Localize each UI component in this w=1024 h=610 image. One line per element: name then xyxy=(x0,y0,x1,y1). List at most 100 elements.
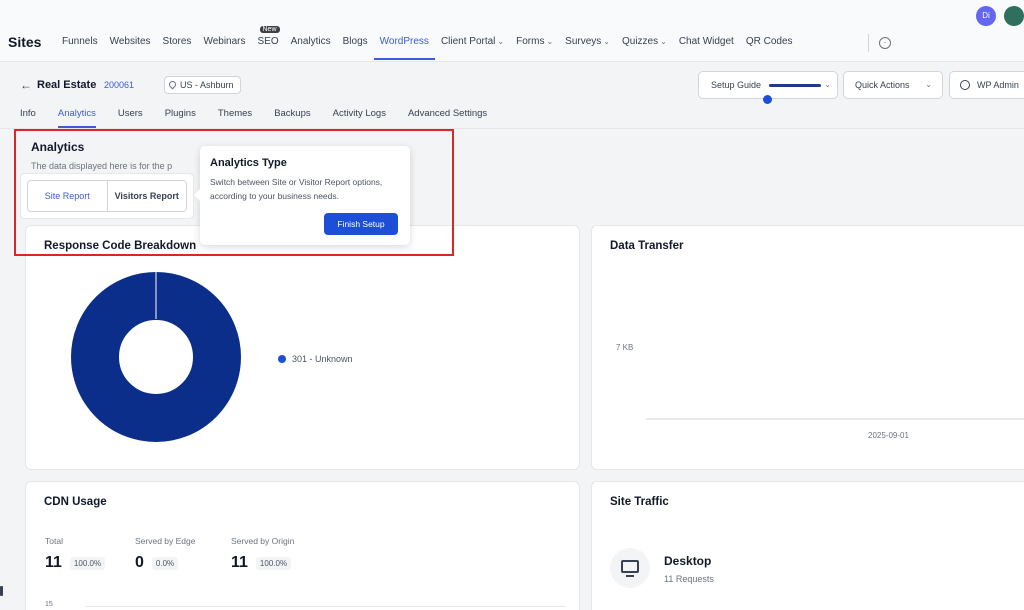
stat-label: Served by Edge xyxy=(135,536,196,546)
nav-label: SEO xyxy=(257,36,279,47)
data-transfer-chart: 7 KB 2025-09-01 xyxy=(616,343,1024,440)
desktop-icon xyxy=(621,560,639,573)
nav-item-funnels[interactable]: Funnels xyxy=(56,36,104,60)
stat-label: Served by Origin xyxy=(231,536,295,546)
site-id-link[interactable]: 200061 xyxy=(104,80,134,90)
stat-percent: 100.0% xyxy=(69,556,106,570)
y-tick-label: 15 xyxy=(45,601,53,608)
cdn-usage-card: CDN Usage Total 11 100.0% Served by Edge… xyxy=(25,481,580,610)
tooltip-title: Analytics Type xyxy=(210,157,287,169)
desktop-icon-stand xyxy=(626,575,634,577)
quick-actions-label: Quick Actions xyxy=(855,80,910,90)
nav-item-websites[interactable]: Websites xyxy=(104,36,157,60)
nav-item-seo[interactable]: New SEO xyxy=(252,26,285,60)
tab-info[interactable]: Info xyxy=(20,108,36,128)
nav-label: Funnels xyxy=(62,36,98,47)
site-tabs: Info Analytics Users Plugins Themes Back… xyxy=(20,108,509,128)
site-traffic-card: Site Traffic Desktop 11 Requests xyxy=(591,481,1024,610)
legend-label: 301 - Unknown xyxy=(292,354,353,364)
nav-item-stores[interactable]: Stores xyxy=(157,36,198,60)
nav-label: Blogs xyxy=(342,36,368,47)
nav-label: Stores xyxy=(162,36,192,47)
onboarding-tooltip: Analytics Type Switch between Site or Vi… xyxy=(194,146,410,245)
nav-item-surveys[interactable]: Surveys ⌄ xyxy=(559,36,616,60)
setup-guide-label: Setup Guide xyxy=(711,80,762,90)
nav-item-client-portal[interactable]: Client Portal ⌄ xyxy=(435,36,510,60)
y-tick-label: 7 KB xyxy=(616,343,633,352)
tooltip-body: Switch between Site or Visitor Report op… xyxy=(210,177,383,201)
nav-item-analytics[interactable]: Analytics xyxy=(285,36,337,60)
nav-items: Funnels Websites Stores Webinars New SEO … xyxy=(56,26,799,60)
top-navigation: Sites Funnels Websites Stores Webinars N… xyxy=(0,0,1024,62)
chevron-down-icon: ⌄ xyxy=(925,80,932,89)
nav-divider xyxy=(868,34,869,52)
nav-label: Analytics xyxy=(290,36,331,47)
location-pin-icon xyxy=(167,79,178,90)
nav-item-webinars[interactable]: Webinars xyxy=(197,36,251,60)
tab-plugins[interactable]: Plugins xyxy=(165,108,196,128)
chevron-down-icon: ⌄ xyxy=(603,37,610,46)
tab-users[interactable]: Users xyxy=(118,108,143,128)
wp-admin-label: WP Admin xyxy=(977,80,1019,90)
nav-label: Quizzes xyxy=(621,36,659,47)
tab-analytics[interactable]: Analytics xyxy=(57,108,96,128)
phone-icon[interactable] xyxy=(1004,6,1024,26)
stat-percent: 100.0% xyxy=(255,556,292,570)
setup-progress-bar xyxy=(769,84,821,87)
finish-setup-button[interactable]: Finish Setup xyxy=(324,213,398,235)
response-donut-chart xyxy=(71,272,241,442)
chart-gridline xyxy=(86,606,566,607)
cdn-stat-edge: Served by Edge 0 0.0% xyxy=(135,536,195,572)
nav-label: Forms xyxy=(516,36,545,47)
tab-backups[interactable]: Backups xyxy=(274,108,310,128)
nav-label: Chat Widget xyxy=(678,36,734,47)
card-title: CDN Usage xyxy=(44,496,107,508)
quick-actions-button[interactable]: Quick Actions ⌄ xyxy=(843,71,943,99)
site-name: Real Estate xyxy=(37,79,97,91)
chevron-down-icon: ⌄ xyxy=(824,80,831,89)
chevron-down-icon: ⌄ xyxy=(660,37,667,46)
tab-advanced-settings[interactable]: Advanced Settings xyxy=(408,108,487,128)
tab-activity-logs[interactable]: Activity Logs xyxy=(333,108,386,128)
nav-label: Client Portal xyxy=(440,36,496,47)
response-code-card: Response Code Breakdown 301 - Unknown xyxy=(25,225,580,470)
tooltip-arrow xyxy=(194,189,200,201)
device-requests: 11 Requests xyxy=(664,574,714,584)
nav-label: QR Codes xyxy=(745,36,793,47)
more-options-icon[interactable]: · xyxy=(879,37,891,49)
back-arrow-icon[interactable]: ← xyxy=(20,78,32,92)
stat-percent: 0.0% xyxy=(151,556,179,570)
device-icon-container xyxy=(610,548,650,588)
nav-label: Surveys xyxy=(565,36,602,47)
location-badge: US - Ashburn xyxy=(164,76,241,94)
new-badge: New xyxy=(259,26,280,33)
stat-value: 0 xyxy=(135,554,144,571)
chevron-down-icon: ⌄ xyxy=(546,37,554,46)
chart-legend: 301 - Unknown xyxy=(278,354,353,364)
edge-handle xyxy=(0,586,3,596)
nav-item-forms[interactable]: Forms ⌄ xyxy=(510,36,559,60)
nav-item-blogs[interactable]: Blogs xyxy=(337,36,374,60)
cdn-stat-origin: Served by Origin 11 100.0% xyxy=(231,536,294,572)
nav-label: Websites xyxy=(109,36,151,47)
brand-title: Sites xyxy=(8,34,42,50)
x-tick-label: 2025-09-01 xyxy=(868,431,909,440)
nav-item-qr-codes[interactable]: QR Codes xyxy=(740,36,799,60)
data-transfer-card: Data Transfer 7 KB 2025-09-01 xyxy=(591,225,1024,470)
nav-item-wordpress[interactable]: WordPress xyxy=(373,36,435,60)
card-title: Site Traffic xyxy=(610,496,669,508)
wp-admin-button[interactable]: WP Admin xyxy=(949,71,1024,99)
location-label: US - Ashburn xyxy=(180,80,234,90)
nav-item-quizzes[interactable]: Quizzes ⌄ xyxy=(616,36,673,60)
device-name: Desktop xyxy=(664,554,712,568)
wordpress-icon xyxy=(960,80,970,90)
nav-label: Webinars xyxy=(203,36,246,47)
avatar[interactable]: Di xyxy=(976,6,996,26)
tab-themes[interactable]: Themes xyxy=(218,108,252,128)
nav-item-chat-widget[interactable]: Chat Widget xyxy=(673,36,740,60)
legend-dot xyxy=(278,355,286,363)
setup-progress-dot xyxy=(763,95,772,104)
cdn-stat-total: Total 11 100.0% xyxy=(45,536,106,572)
chevron-down-icon: ⌄ xyxy=(497,37,505,46)
nav-label: WordPress xyxy=(379,36,429,47)
